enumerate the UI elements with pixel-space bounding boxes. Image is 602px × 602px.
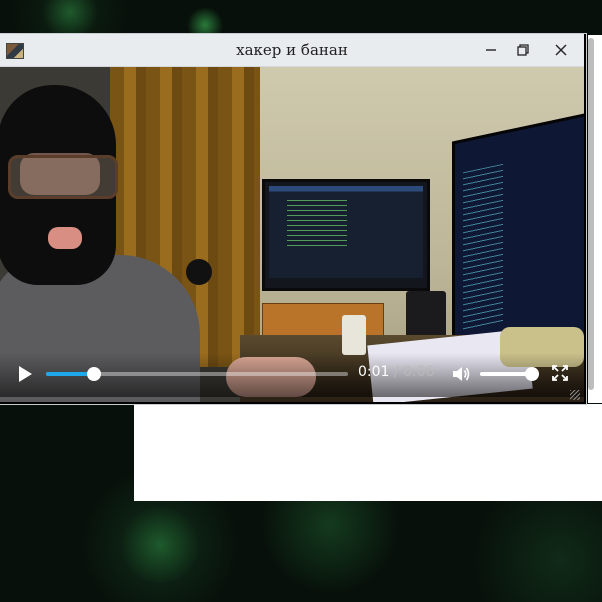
play-button[interactable] [16, 365, 34, 383]
fullscreen-icon [552, 365, 568, 381]
time-display: 0:01 / 0:06 [358, 364, 435, 380]
play-icon [19, 366, 32, 382]
seek-handle[interactable] [87, 367, 102, 381]
video-frame[interactable]: 0:01 / 0:06 [0, 67, 584, 402]
scrollbar-thumb[interactable] [588, 38, 594, 390]
duration: 0:06 [403, 364, 435, 380]
volume-handle[interactable] [525, 367, 540, 381]
fullscreen-button[interactable] [552, 365, 568, 381]
time-separator: / [393, 364, 399, 380]
current-time: 0:01 [358, 364, 390, 380]
close-button[interactable] [544, 34, 578, 66]
scene-cup [342, 315, 366, 355]
vertical-scrollbar[interactable] [586, 34, 596, 394]
scene-lamp [186, 259, 212, 285]
video-window: хакер и банан 0:01 / 0:06 [0, 34, 586, 404]
restore-icon [517, 44, 529, 56]
scene-monitor-left [262, 179, 430, 291]
minimize-icon [486, 49, 496, 51]
player-controls: 0:01 / 0:06 [0, 353, 584, 397]
background-window-panel [134, 404, 602, 501]
seek-bar[interactable] [46, 367, 348, 381]
maximize-button[interactable] [506, 34, 540, 66]
mute-button[interactable] [452, 365, 470, 383]
volume-slider[interactable] [480, 367, 540, 381]
close-icon [555, 44, 567, 56]
volume-icon [453, 367, 470, 381]
resize-grip[interactable] [570, 390, 580, 400]
title-bar[interactable]: хакер и банан [0, 34, 584, 67]
minimize-button[interactable] [474, 34, 508, 66]
